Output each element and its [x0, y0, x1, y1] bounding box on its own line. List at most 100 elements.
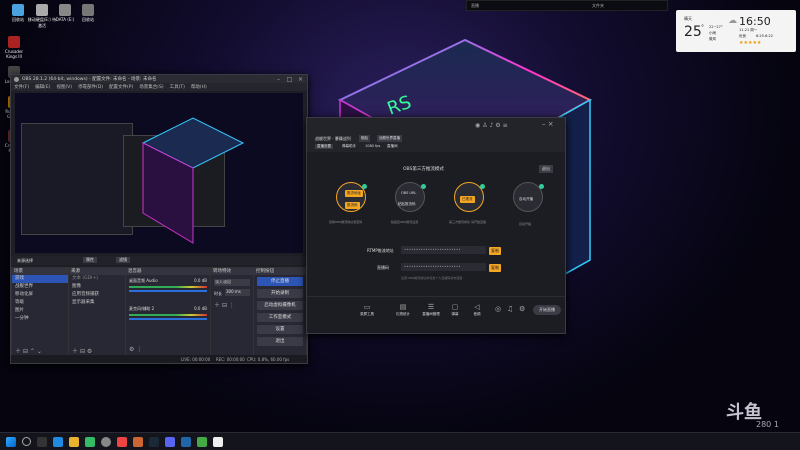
minimize-icon[interactable]: – — [542, 120, 546, 128]
app-icon[interactable] — [213, 436, 223, 447]
maximize-icon[interactable]: □ — [286, 76, 293, 83]
close-icon[interactable]: × — [548, 120, 554, 128]
menu-tools[interactable]: 工具(T) — [170, 84, 185, 90]
mixer-controls: ⚙ ⋮ — [129, 346, 142, 353]
obs-preview[interactable] — [15, 93, 303, 253]
stop-streaming-button[interactable]: 停止直播 — [257, 277, 303, 286]
more-icon[interactable]: ⋮ — [136, 346, 142, 353]
task-view-icon[interactable] — [37, 436, 47, 447]
chat-app-icon[interactable] — [165, 436, 175, 447]
bell-icon[interactable]: ♪ — [489, 122, 493, 129]
room-link[interactable]: 直播间 — [387, 144, 398, 149]
volume-slider[interactable] — [129, 290, 207, 292]
remove-icon[interactable]: ⊟ — [23, 348, 28, 355]
scene-item[interactable]: 游戏 — [12, 275, 68, 283]
obs-taskbar-icon[interactable] — [101, 436, 111, 447]
source-item[interactable]: 显示器采集 — [69, 299, 125, 307]
steam-icon[interactable] — [149, 436, 159, 447]
exit-mode-button[interactable]: 退出 — [539, 165, 553, 173]
menu-help[interactable]: 帮助(H) — [191, 84, 207, 90]
add-icon[interactable]: ＋ — [214, 302, 220, 309]
source-item[interactable]: 文本 (GDI+) — [69, 275, 125, 283]
copy-rtmp-button[interactable]: 复制 — [489, 247, 501, 255]
scene-item[interactable]: 移动化屏 — [12, 291, 68, 299]
close-icon[interactable]: × — [297, 76, 304, 83]
desktop-icon-ck3[interactable]: Crusader Kings III — [0, 36, 29, 59]
douyu-taskbar-icon[interactable] — [117, 436, 127, 447]
studio-mode-button[interactable]: 工作室模式 — [257, 313, 303, 322]
volume-slider[interactable] — [129, 318, 207, 320]
settings-button[interactable]: 设置 — [257, 325, 303, 334]
menu-edit[interactable]: 编辑(E) — [35, 84, 50, 90]
edge-icon[interactable] — [53, 436, 63, 447]
gear-icon[interactable]: ⚙ — [87, 348, 92, 355]
danmu-link[interactable]: 弹幕助手 — [342, 144, 356, 149]
remove-icon[interactable]: ⊟ — [222, 302, 227, 309]
scene-item[interactable]: 战舰世界 — [12, 283, 68, 291]
transition-select[interactable]: 淡入淡出 — [214, 279, 250, 286]
down-icon[interactable]: ⌄ — [37, 348, 42, 355]
tool-room[interactable]: ☰ 直播间管理 — [419, 303, 443, 317]
category-tag[interactable]: 舰船 — [359, 135, 370, 142]
app-icon[interactable] — [197, 436, 207, 447]
menu-profile[interactable]: 配置文件(P) — [109, 84, 133, 90]
top-bar-mid[interactable]: 文件夹 — [592, 3, 604, 9]
copy-url-button[interactable]: 推流地址 — [345, 190, 363, 197]
tool-gift[interactable]: ▤ 礼物统计 — [391, 303, 415, 317]
scene-item[interactable]: 一分钟 — [12, 315, 68, 323]
folder-icon[interactable] — [69, 436, 79, 447]
more-icon[interactable]: ⋮ — [229, 302, 235, 309]
scene-item[interactable]: 等级 — [12, 299, 68, 307]
weather-widget[interactable]: 晴天 25 ° 22~27° 小雨 微风 ☁ 16:50 11-21 周一 优良… — [676, 10, 796, 52]
live-settings-link[interactable]: 直播设置 — [315, 144, 333, 149]
menu-view[interactable]: 视图(V) — [56, 84, 72, 90]
stream-key-field[interactable]: •••••••••••••••••••••••• — [401, 263, 486, 271]
top-bar-left[interactable]: 直播 — [471, 3, 479, 9]
minimize-icon[interactable]: – — [275, 76, 282, 83]
menu-scene-collection[interactable]: 场景集合(S) — [139, 84, 163, 90]
mic-icon[interactable]: ♫ — [507, 305, 513, 313]
game-taskbar-icon[interactable] — [133, 436, 143, 447]
remove-icon[interactable]: ⊟ — [80, 348, 85, 355]
avatar[interactable]: ◉ — [475, 122, 480, 129]
gear-icon[interactable]: ⚙ — [129, 346, 134, 353]
menu-icon[interactable]: ≡ — [503, 122, 508, 129]
search-icon[interactable] — [22, 437, 31, 446]
menu-docks[interactable]: 停靠部件(D) — [78, 84, 103, 90]
obs-window[interactable]: OBS 28.1.2 (64-bit, windows) - 配置文件: 未命名… — [10, 74, 308, 364]
obs-source-toolbar: 来源选择 属性 滤镜 — [11, 256, 307, 265]
gear-icon[interactable]: ⚙ — [519, 305, 525, 313]
duration-input[interactable]: 300 ms — [225, 289, 250, 296]
app-icon[interactable] — [181, 436, 191, 447]
up-icon[interactable]: ⌃ — [30, 348, 35, 355]
add-icon[interactable]: ＋ — [15, 348, 21, 355]
copy-key-button[interactable]: 推流码 — [345, 202, 360, 209]
start-recording-button[interactable]: 开始录制 — [257, 289, 303, 298]
exit-button[interactable]: 退出 — [257, 337, 303, 346]
app-icon[interactable] — [85, 436, 95, 447]
desktop-icon-recycle-2[interactable]: 回收站 — [73, 4, 103, 23]
rec-status: REC: 00:00:00 — [216, 357, 245, 362]
start-live-button[interactable]: 开始直播 — [533, 305, 561, 315]
rtmp-url-field[interactable]: •••••••••••••••••••••••• — [401, 246, 486, 254]
scene-item[interactable]: 图片 — [12, 307, 68, 315]
start-icon[interactable] — [6, 436, 16, 447]
start-virtual-camera-button[interactable]: 启动虚拟摄像机 — [257, 301, 303, 310]
menu-file[interactable]: 文件(F) — [14, 84, 29, 90]
shirt-icon[interactable]: ♙ — [482, 122, 487, 129]
camera-icon[interactable]: ◎ — [495, 305, 501, 313]
settings-icon[interactable]: ⚙ — [495, 122, 500, 129]
copy-key-field-button[interactable]: 复制 — [489, 264, 501, 272]
tool-audio[interactable]: ◁ 音频 — [465, 303, 489, 317]
room-tag[interactable]: 战舰世界直播 — [377, 135, 402, 142]
source-item[interactable]: 应用音频捕获 — [69, 291, 125, 299]
transitions-title: 转场特效 — [211, 268, 253, 275]
source-item[interactable]: 图像 — [69, 283, 125, 291]
filters-button[interactable]: 滤镜 — [116, 257, 130, 263]
properties-button[interactable]: 属性 — [83, 257, 97, 263]
tool-record[interactable]: ▭ 录屏工具 — [355, 303, 379, 317]
douyu-window[interactable]: 战舰世界 · 暴躁战列 舰船 战舰世界直播 直播设置 弹幕助手 1080 fps… — [306, 117, 566, 334]
obs-titlebar[interactable]: OBS 28.1.2 (64-bit, windows) - 配置文件: 未命名… — [11, 75, 307, 83]
add-icon[interactable]: ＋ — [72, 348, 78, 355]
tool-danmu[interactable]: ▢ 弹幕 — [443, 303, 467, 317]
